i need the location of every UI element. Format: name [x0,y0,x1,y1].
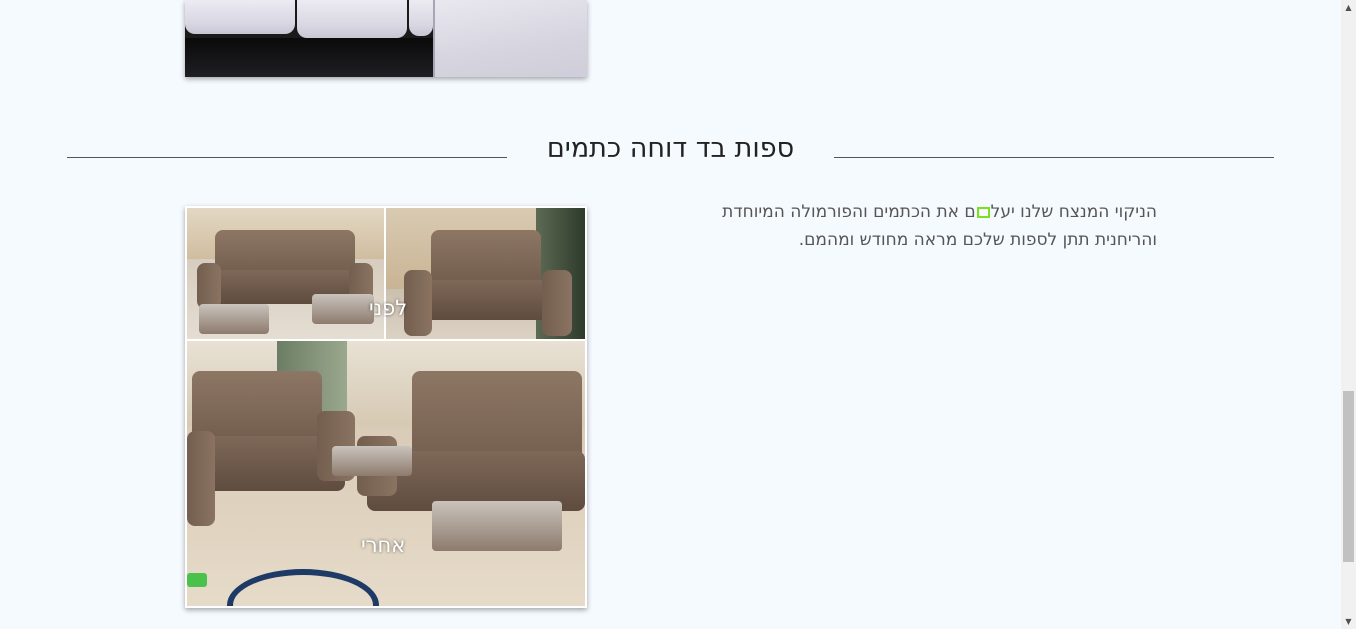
after-photo [187,341,585,606]
sofa-cushion [297,0,407,38]
after-label: אחרי [361,533,406,557]
before-photo-left [187,208,384,339]
sofa-cushion [409,0,433,36]
scrollbar-thumb[interactable] [1343,391,1354,562]
vertical-scrollbar[interactable]: ▲ ▼ [1341,0,1356,629]
section-description: הניקוי המנצח שלנו יעלם את הכתמים והפורמו… [660,198,1157,254]
section-title: ספות בד דוחה כתמים [546,133,795,164]
scroll-down-arrow-icon[interactable]: ▼ [1341,614,1356,629]
highlight-marker [976,206,990,218]
description-text-part1: הניקוי המנצח שלנו יעל [990,202,1157,222]
before-photo-right [386,208,585,339]
before-label: לפני [369,296,408,320]
leather-sofa-photo [185,0,587,77]
section-header: ספות בד דוחה כתמים [67,130,1274,174]
sofa-chaise [433,0,587,77]
scroll-up-arrow-icon[interactable]: ▲ [1341,0,1356,15]
title-divider-left [67,157,507,158]
sofa-cushion [185,0,295,34]
before-after-collage: לפני אחרי [185,206,587,608]
page: ספות בד דוחה כתמים הניקוי המנצח שלנו יעל… [0,0,1341,629]
title-divider-right [834,157,1274,158]
